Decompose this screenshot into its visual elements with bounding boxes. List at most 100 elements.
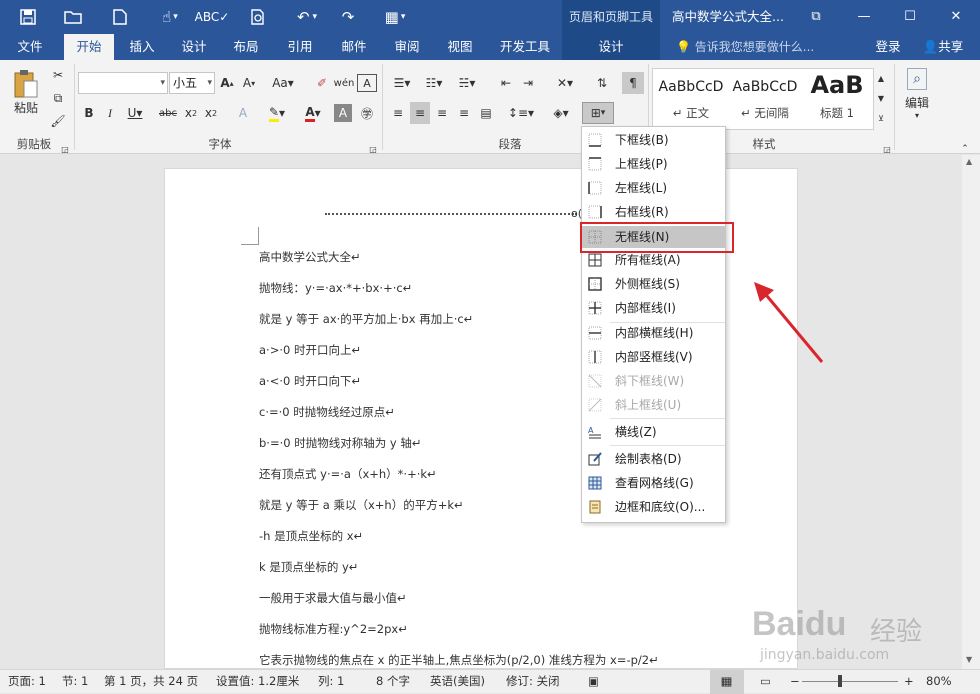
align-center-icon[interactable]: ≡ [410,102,430,124]
font-color-icon[interactable]: A ▾ [298,102,328,124]
scroll-down-icon[interactable]: ▼ [966,655,972,664]
redo-icon[interactable]: ↷ [334,6,362,28]
zoom-in-icon[interactable]: + [904,670,914,694]
status-position[interactable]: 设置值: 1.2厘米 [216,670,299,694]
styles-more-icon[interactable]: ⊻ [874,108,888,128]
copy-icon[interactable]: ⧉ [48,87,68,109]
zoom-level[interactable]: 80% [926,670,952,694]
tab-file[interactable]: 文件 [6,34,54,60]
ribbon-display-icon[interactable]: ⧉ [796,0,836,34]
web-layout-icon[interactable]: ▭ [760,670,771,694]
macro-record-icon[interactable]: ▣ [588,670,599,694]
tab-mailings[interactable]: 邮件 [330,34,378,60]
login-button[interactable]: 登录 [868,34,908,60]
tab-review[interactable]: 审阅 [383,34,431,60]
tab-view[interactable]: 视图 [436,34,484,60]
touch-mode-icon[interactable]: ☝ ▾ [152,6,188,28]
styles-scroll-down-icon[interactable]: ▼ [874,88,888,108]
numbering-icon[interactable]: ☷▾ [420,72,448,94]
scroll-up-icon[interactable]: ▲ [966,157,972,166]
bullets-icon[interactable]: ☰▾ [388,72,416,94]
maximize-icon[interactable]: ☐ [890,0,930,34]
style-heading-1[interactable]: AaB 标题 1 [801,69,873,129]
decrease-indent-icon[interactable]: ⇤ [496,72,516,94]
print-preview-icon[interactable] [244,6,272,28]
menu-item-horizontal-line[interactable]: A 横线(Z) [582,421,725,443]
line-spacing-icon[interactable]: ↕≡▾ [506,102,536,124]
status-word-count[interactable]: 8 个字 [376,670,410,694]
chinese-layout-icon[interactable]: ✕▾ [550,72,580,94]
sort-icon[interactable]: ⇅ [592,72,612,94]
align-right-icon[interactable]: ≡ [432,102,452,124]
vertical-scrollbar[interactable]: ▲ ▼ [962,155,980,669]
enclose-characters-icon[interactable]: ㊫ [357,102,377,124]
menu-item-left-border[interactable]: 左框线(L) [582,177,725,199]
style-normal[interactable]: AaBbCcD ↵ 正文 [655,69,727,129]
grow-font-icon[interactable]: A ▴ [218,72,236,94]
text-effects-icon[interactable]: A [232,102,254,124]
distributed-icon[interactable]: ▤ [476,102,496,124]
close-icon[interactable]: ✕ [936,0,976,34]
format-painter-icon[interactable]: 🖌 [48,110,68,132]
tab-design[interactable]: 设计 [170,34,218,60]
change-case-icon[interactable]: Aa▾ [268,72,298,94]
underline-icon[interactable]: U▾ [122,102,148,124]
tab-home[interactable]: 开始 [64,34,114,60]
menu-item-draw-table[interactable]: 绘制表格(D) [582,448,725,470]
status-page-of[interactable]: 第 1 页，共 24 页 [104,670,198,694]
minimize-icon[interactable]: — [844,0,884,34]
undo-icon[interactable]: ↶ ▾ [288,6,326,28]
print-layout-icon[interactable]: ▦ [716,670,736,694]
menu-item-inside-vertical-border[interactable]: 内部竖框线(V) [582,346,725,368]
multilevel-list-icon[interactable]: ☵▾ [452,72,482,94]
tab-layout[interactable]: 布局 [222,34,270,60]
font-size-combo[interactable]: 小五 ▾ [169,72,215,94]
status-track-changes[interactable]: 修订: 关闭 [506,670,560,694]
status-page[interactable]: 页面: 1 [8,670,46,694]
borders-dropdown-button[interactable]: ⊞ ▾ [582,102,614,124]
tab-references[interactable]: 引用 [276,34,324,60]
zoom-slider-thumb[interactable] [838,675,842,687]
character-border-icon[interactable]: A [357,74,377,92]
status-section[interactable]: 节: 1 [62,670,88,694]
menu-item-inside-borders[interactable]: 内部框线(I) [582,297,725,319]
clear-formatting-icon[interactable]: ✐ [312,72,332,94]
menu-item-outside-borders[interactable]: 外侧框线(S) [582,273,725,295]
tab-header-footer-design[interactable]: 设计 [562,34,660,60]
bold-icon[interactable]: B [80,102,98,124]
cut-icon[interactable]: ✂ [48,64,68,86]
zoom-out-icon[interactable]: − [790,670,800,694]
style-no-spacing[interactable]: AaBbCcD ↵ 无间隔 [729,69,801,129]
zoom-slider-track[interactable] [802,681,898,682]
menu-item-view-gridlines[interactable]: 查看网格线(G) [582,472,725,494]
shrink-font-icon[interactable]: A ▾ [240,72,258,94]
status-column[interactable]: 列: 1 [318,670,344,694]
insert-table-icon[interactable]: ▦ ▾ [380,6,410,28]
tab-developer[interactable]: 开发工具 [494,34,556,60]
menu-item-borders-shading[interactable]: 边框和底纹(O)... [582,496,725,518]
share-button[interactable]: 👤共享 [912,34,974,60]
new-document-icon[interactable] [106,6,134,28]
menu-item-bottom-border[interactable]: 下框线(B) [582,129,725,151]
subscript-icon[interactable]: x2 [182,102,200,124]
editing-button[interactable]: ⌕ 编辑 ▾ [900,64,934,124]
save-icon[interactable] [14,6,42,28]
strikethrough-icon[interactable]: abc [156,102,180,124]
superscript-icon[interactable]: x2 [202,102,220,124]
show-formatting-marks-icon[interactable]: ¶ [622,72,644,94]
highlight-color-icon[interactable]: ✎ ▾ [262,102,292,124]
menu-item-right-border[interactable]: 右框线(R) [582,201,725,223]
open-folder-icon[interactable] [58,6,88,28]
menu-item-inside-horizontal-border[interactable]: 内部横框线(H) [582,322,725,344]
menu-item-top-border[interactable]: 上框线(P) [582,153,725,175]
styles-scroll-up-icon[interactable]: ▲ [874,68,888,88]
align-left-icon[interactable]: ≡ [388,102,408,124]
status-language[interactable]: 英语(美国) [430,670,485,694]
justify-icon[interactable]: ≡ [454,102,474,124]
increase-indent-icon[interactable]: ⇥ [518,72,538,94]
tab-insert[interactable]: 插入 [118,34,166,60]
italic-icon[interactable]: I [101,102,119,124]
shading-icon[interactable]: ◈▾ [546,102,576,124]
spelling-icon[interactable]: ABC✓ [195,6,230,28]
font-name-combo[interactable]: ▾ [78,72,168,94]
